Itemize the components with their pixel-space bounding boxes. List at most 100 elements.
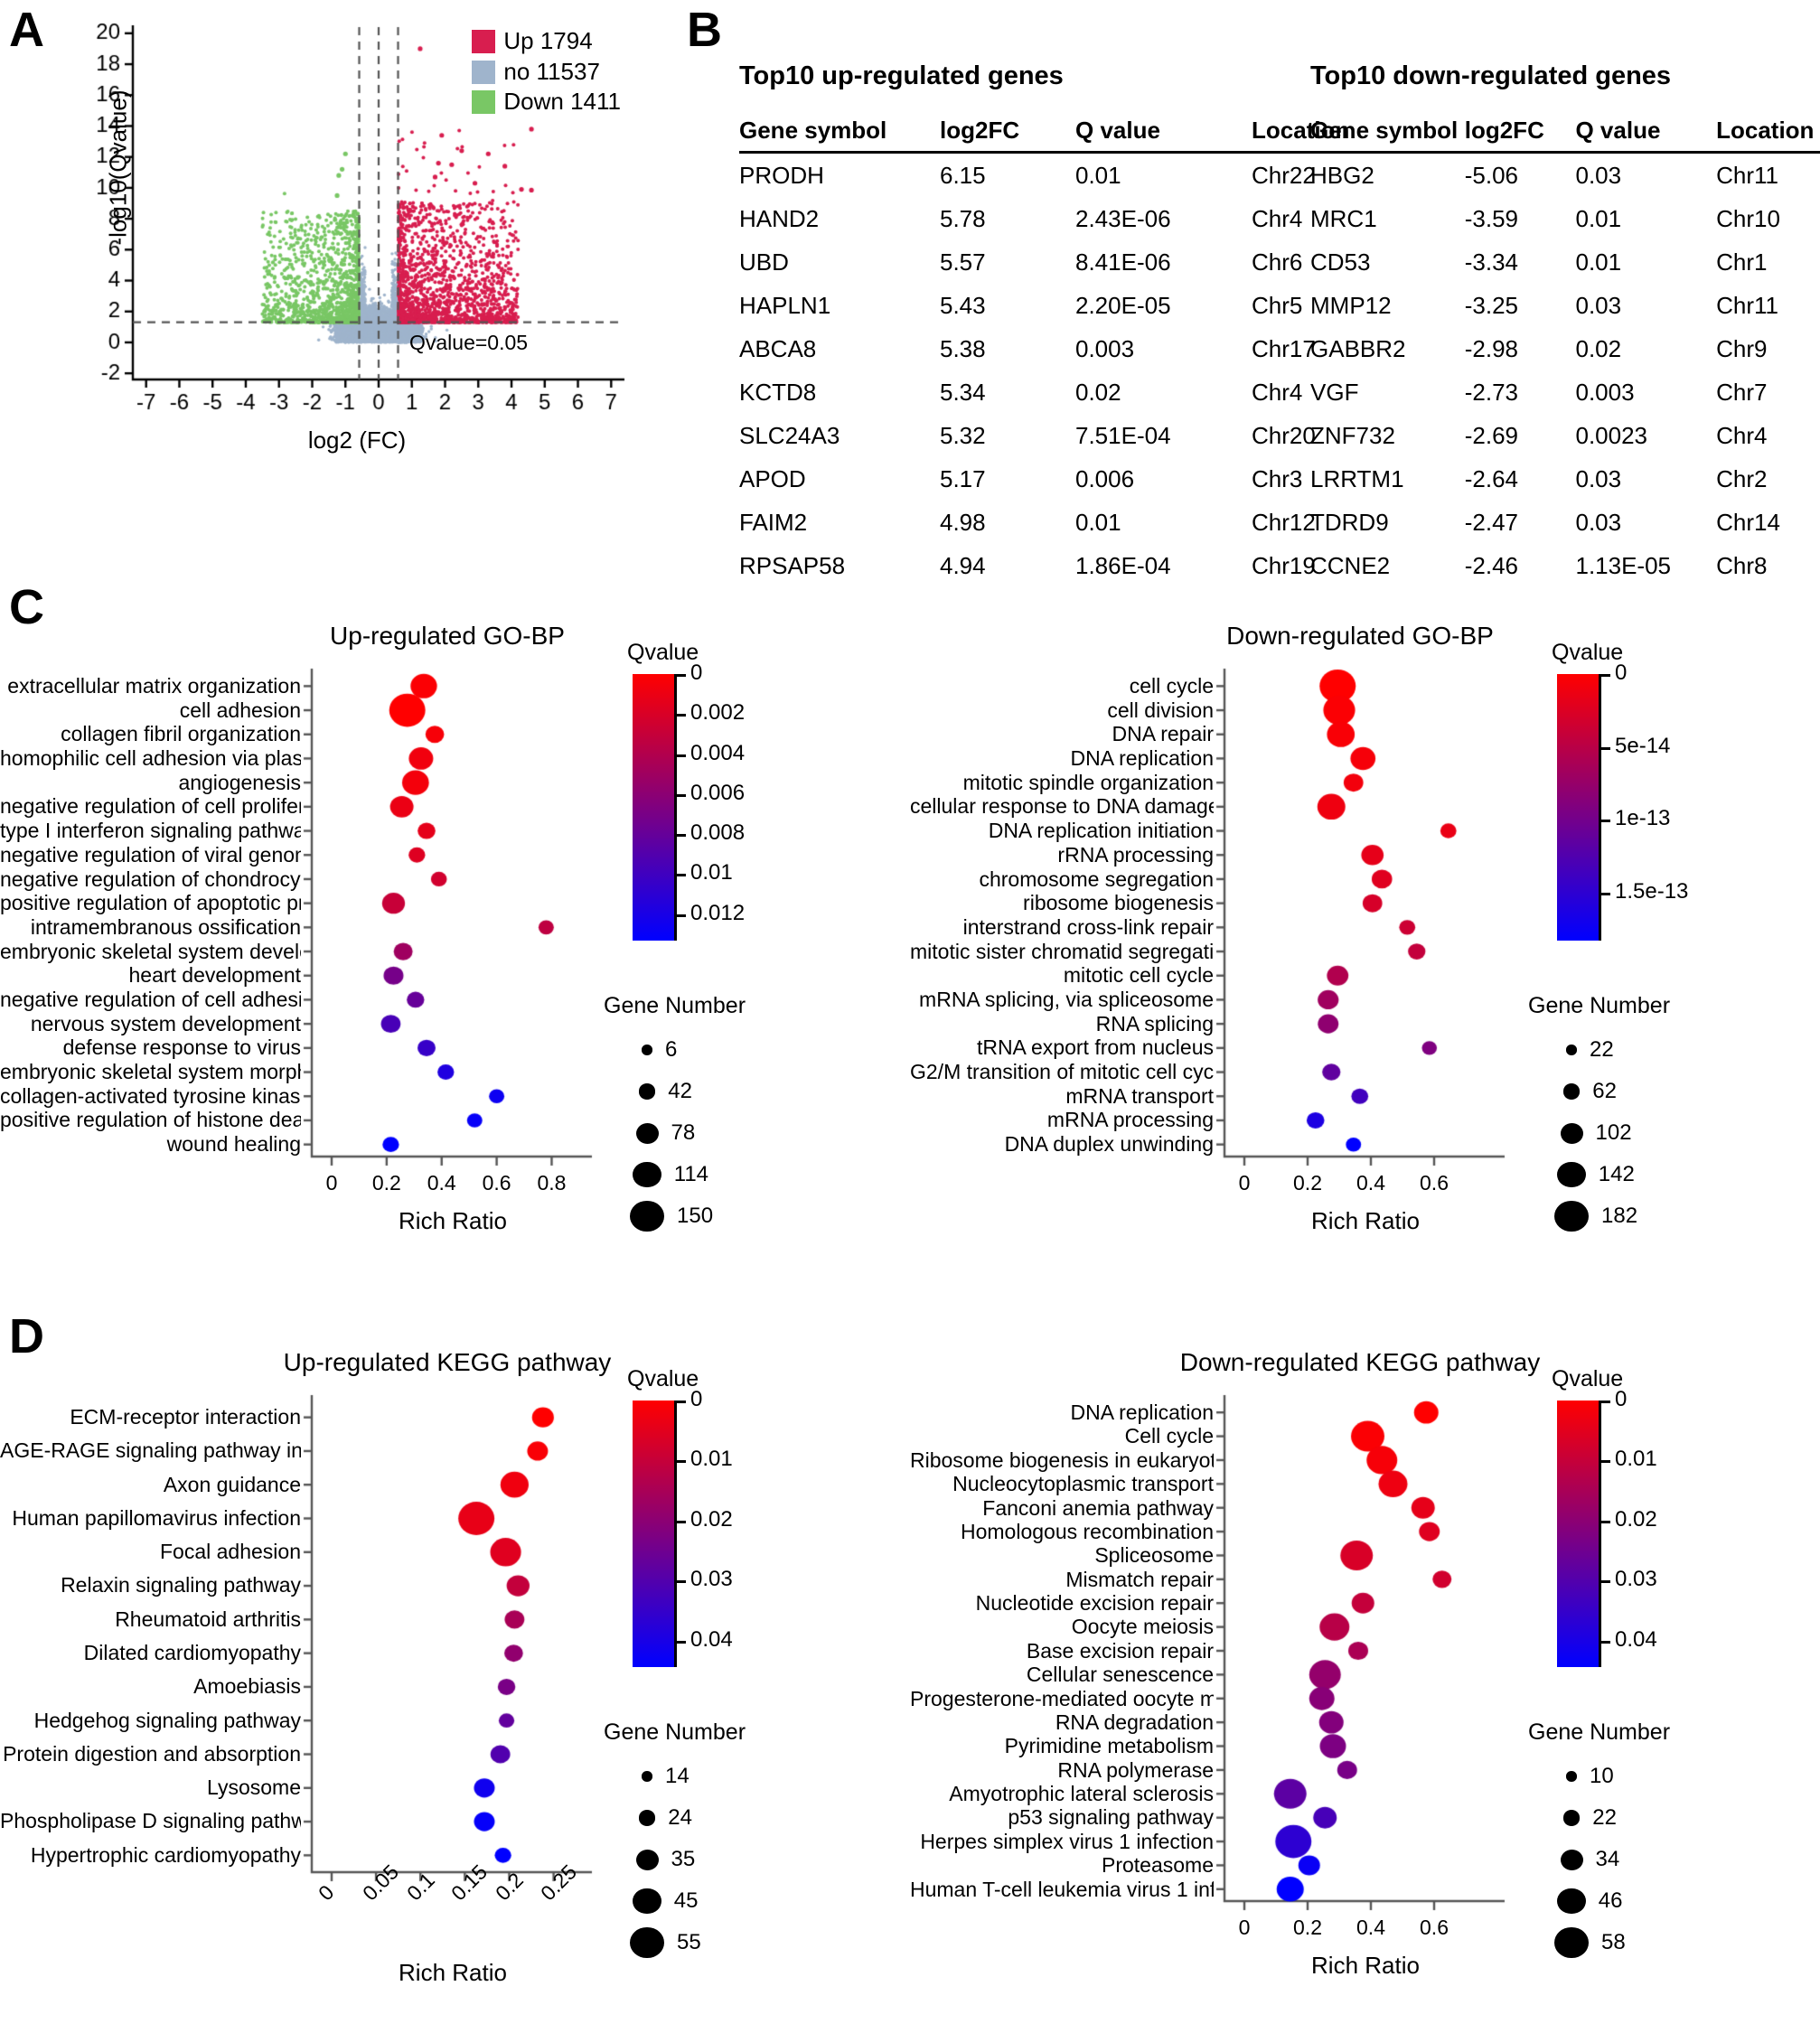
bubble-category-label: Relaxin signaling pathway [61, 1573, 301, 1597]
table-cell: TDRD9 [1310, 509, 1389, 536]
top10-down-title: Top10 down-regulated genes [1310, 61, 1672, 90]
bubble-category-label: mitotic spindle organization [962, 770, 1214, 794]
size-legend-dot [642, 1045, 652, 1055]
bubble-category-label: positive regulation of histone deacetyla… [0, 1108, 301, 1132]
bubble-category-label: mitotic sister chromatid segregation [910, 939, 1214, 963]
size-legend-row: 34 [1553, 1841, 1707, 1878]
top10-up-table-block: Top10 up-regulated genes Gene symbol log2… [739, 61, 1360, 587]
legend-item-up: Up 1794 [472, 27, 621, 56]
table-cell: Chr1 [1716, 248, 1768, 276]
size-legend-row: 22 [1553, 1031, 1707, 1069]
bubble-x-ticklabel: 0 [314, 1879, 339, 1906]
size-legend-row: 6 [629, 1031, 783, 1069]
table-header: Location [1716, 117, 1820, 154]
volcano-y-axis-label: -log10(Qvalue) [104, 89, 132, 246]
legend-swatch-down [472, 90, 496, 115]
bubble-x-ticklabels-up_kegg: 0 0.05 0.1 0.15 0.2 0.25 [299, 1860, 606, 1948]
colorbar-tickmark [674, 793, 686, 797]
table-header: Q value [1075, 117, 1252, 154]
bubble-category-label: Lysosome [207, 1775, 301, 1800]
bubble-category-label: Homologous recombination [961, 1519, 1214, 1543]
bubble-category-label: Nucleotide excision repair [975, 1591, 1214, 1615]
bubble-category-label: Cellular senescence [1026, 1663, 1214, 1687]
bubble-x-axis-label-up_gobp: Rich Ratio [399, 1207, 507, 1234]
size-legend-row: 114 [629, 1156, 783, 1194]
colorbar-tickmark [674, 714, 686, 717]
table-row: HAPLN1 5.43 2.20E-05 Chr5 [739, 284, 1360, 327]
colorbar-ticklabel: 0.03 [1615, 1567, 1657, 1592]
colorbar-ticklabel: 0.008 [690, 820, 746, 845]
table-cell: 5.78 [940, 205, 986, 232]
table-cell: 0.0023 [1575, 422, 1648, 449]
size-legend-dot [1554, 1200, 1589, 1232]
table-row: LRRTM1 -2.64 0.03 Chr2 [1310, 457, 1820, 501]
table-cell: 0.003 [1075, 335, 1135, 362]
bubble-plot-down_gobp: Down-regulated GO-BPcell cyclecell divis… [910, 622, 1820, 1272]
table-cell: -2.46 [1464, 552, 1518, 579]
colorbar-ticklabel: 0.02 [1615, 1506, 1657, 1532]
top10-up-table: Gene symbol log2FC Q value Location PRODH 6.1… [739, 117, 1360, 587]
table-cell: -3.34 [1464, 248, 1518, 276]
table-cell: 0.03 [1575, 509, 1622, 536]
bubble-category-label: Hedgehog signaling pathway [33, 1708, 301, 1732]
table-cell: MRC1 [1310, 205, 1377, 232]
colorbar-tickmark [1599, 820, 1610, 823]
bubble-category-label: collagen fibril organization [61, 722, 301, 746]
size-legend-dot [642, 1771, 652, 1782]
size-legend-label: 10 [1590, 1764, 1614, 1788]
table-cell: CD53 [1310, 248, 1371, 276]
colorbar-axis-up_kegg [674, 1401, 677, 1667]
bubble-x-axis-label-down_kegg: Rich Ratio [1311, 1952, 1420, 1979]
bubble-x-ticklabel: 0 [1238, 1171, 1251, 1195]
bubble-category-label: Amoebiasis [193, 1674, 301, 1699]
table-cell: 2.20E-05 [1075, 292, 1171, 319]
table-cell: 0.02 [1575, 335, 1622, 362]
size-legend-row: 78 [629, 1114, 783, 1152]
bubble-category-label: defense response to virus [62, 1035, 301, 1060]
bubble-category-label: negative regulation of chondrocyte diffe… [0, 867, 301, 891]
bubble-category-label: Axon guidance [163, 1472, 301, 1496]
size-legend-title-down_kegg: Gene Number [1528, 1719, 1671, 1745]
size-legend-dot [638, 1810, 656, 1826]
table-cell: 5.17 [940, 465, 986, 492]
panel-a-volcano: A -log10(Qvalue) log2 (FC) Up 1794 no 11… [0, 0, 687, 542]
table-cell: 6.15 [940, 162, 986, 189]
bubble-category-label: DNA repair [1112, 722, 1214, 746]
bubble-category-label: p53 signaling pathway [1008, 1805, 1214, 1830]
table-row: CD53 -3.34 0.01 Chr1 [1310, 240, 1820, 284]
colorbar-ticklabel: 0.01 [690, 1447, 733, 1472]
bubble-category-label: extracellular matrix organization [7, 674, 301, 698]
size-legend-dot [1554, 1926, 1589, 1959]
colorbar-title-up_kegg: Qvalue [627, 1366, 699, 1391]
colorbar-tickmark [674, 754, 686, 757]
table-cell: -3.59 [1464, 205, 1518, 232]
table-cell: KCTD8 [739, 379, 817, 406]
size-legend-label: 45 [673, 1888, 699, 1913]
table-row: ZNF732 -2.69 0.0023 Chr4 [1310, 414, 1820, 457]
bubble-category-label: Rheumatoid arthritis [115, 1607, 301, 1631]
size-legend-dot [1560, 1849, 1583, 1870]
volcano-x-axis-label: log2 (FC) [307, 426, 407, 454]
bubble-plot-up_kegg: Up-regulated KEGG pathwayECM-receptor in… [0, 1348, 904, 2017]
legend-label-down: Down 1411 [503, 88, 621, 116]
table-cell: MMP12 [1310, 292, 1392, 319]
table-row: APOD 5.17 0.006 Chr3 [739, 457, 1360, 501]
table-cell: 0.01 [1075, 509, 1121, 536]
colorbar-tickmark [674, 1580, 686, 1584]
bubble-category-label: mitotic cell cycle [1063, 963, 1214, 988]
qvalue-threshold-annotation: Qvalue=0.05 [409, 331, 529, 354]
table-cell: LRRTM1 [1310, 465, 1404, 492]
bubble-x-ticklabel: 0.2 [1293, 1916, 1322, 1939]
colorbar-gradient-up_gobp [633, 674, 674, 941]
panel-b-tables: B Top10 up-regulated genes Gene symbol lo… [687, 0, 1820, 579]
bubble-category-label: DNA replication [1070, 1401, 1214, 1424]
bubble-category-label: Hypertrophic cardiomyopathy [30, 1842, 301, 1867]
size-legend-row: 35 [629, 1841, 783, 1878]
table-cell: -2.73 [1464, 379, 1518, 406]
bubble-x-axis-label-down_gobp: Rich Ratio [1311, 1207, 1420, 1234]
bubble-category-label: nervous system development [30, 1011, 301, 1035]
colorbar-tickmark [674, 1640, 686, 1644]
table-cell: 5.34 [940, 379, 986, 406]
colorbar-ticklabel: 0 [690, 660, 703, 685]
size-legend-label: 22 [1592, 1805, 1617, 1830]
